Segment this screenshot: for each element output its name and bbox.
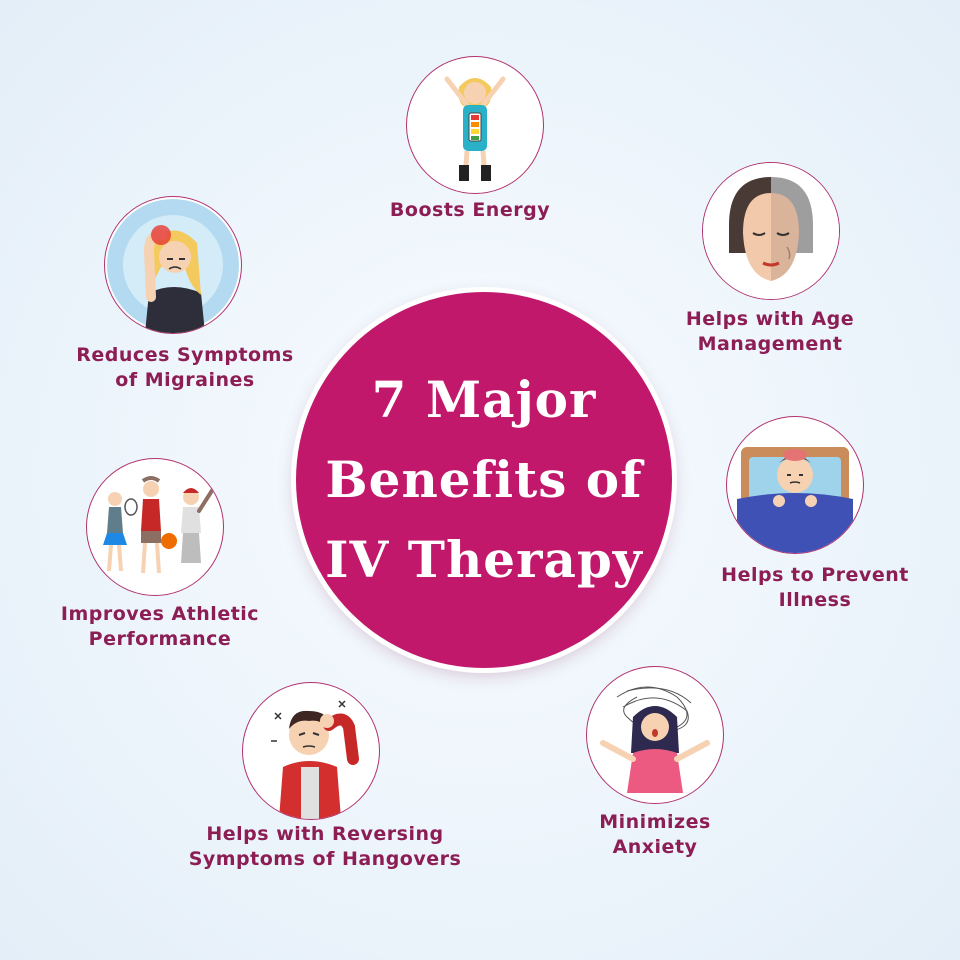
athletes-icon — [86, 458, 224, 596]
benefit-label-prevent-illness: Helps to Prevent Illness — [721, 564, 909, 611]
migraine-woman-icon — [104, 196, 242, 334]
benefit-label-boosts-energy: Boosts Energy — [389, 199, 551, 221]
title-line-1: 7 Major — [371, 370, 597, 429]
anxious-woman-icon — [586, 666, 724, 804]
sick-child-icon — [726, 416, 864, 554]
benefit-label-hangovers: Helps with Reversing Symptoms of Hangove… — [188, 823, 462, 870]
age-face-icon — [702, 162, 840, 300]
title-circle: 7 Major Benefits of IV Therapy — [296, 292, 672, 668]
title-line-3: IV Therapy — [325, 530, 643, 589]
benefit-label-age-management: Helps with Age Management — [685, 308, 855, 355]
energized-woman-icon — [406, 56, 544, 194]
title-line-2: Benefits of — [325, 450, 643, 509]
hungover-man-icon — [242, 682, 380, 820]
benefit-label-athletic-performance: Improves Athletic Performance — [60, 603, 260, 650]
benefit-label-migraines: Reduces Symptoms of Migraines — [76, 344, 294, 391]
benefit-label-minimizes-anxiety: Minimizes Anxiety — [599, 811, 711, 858]
